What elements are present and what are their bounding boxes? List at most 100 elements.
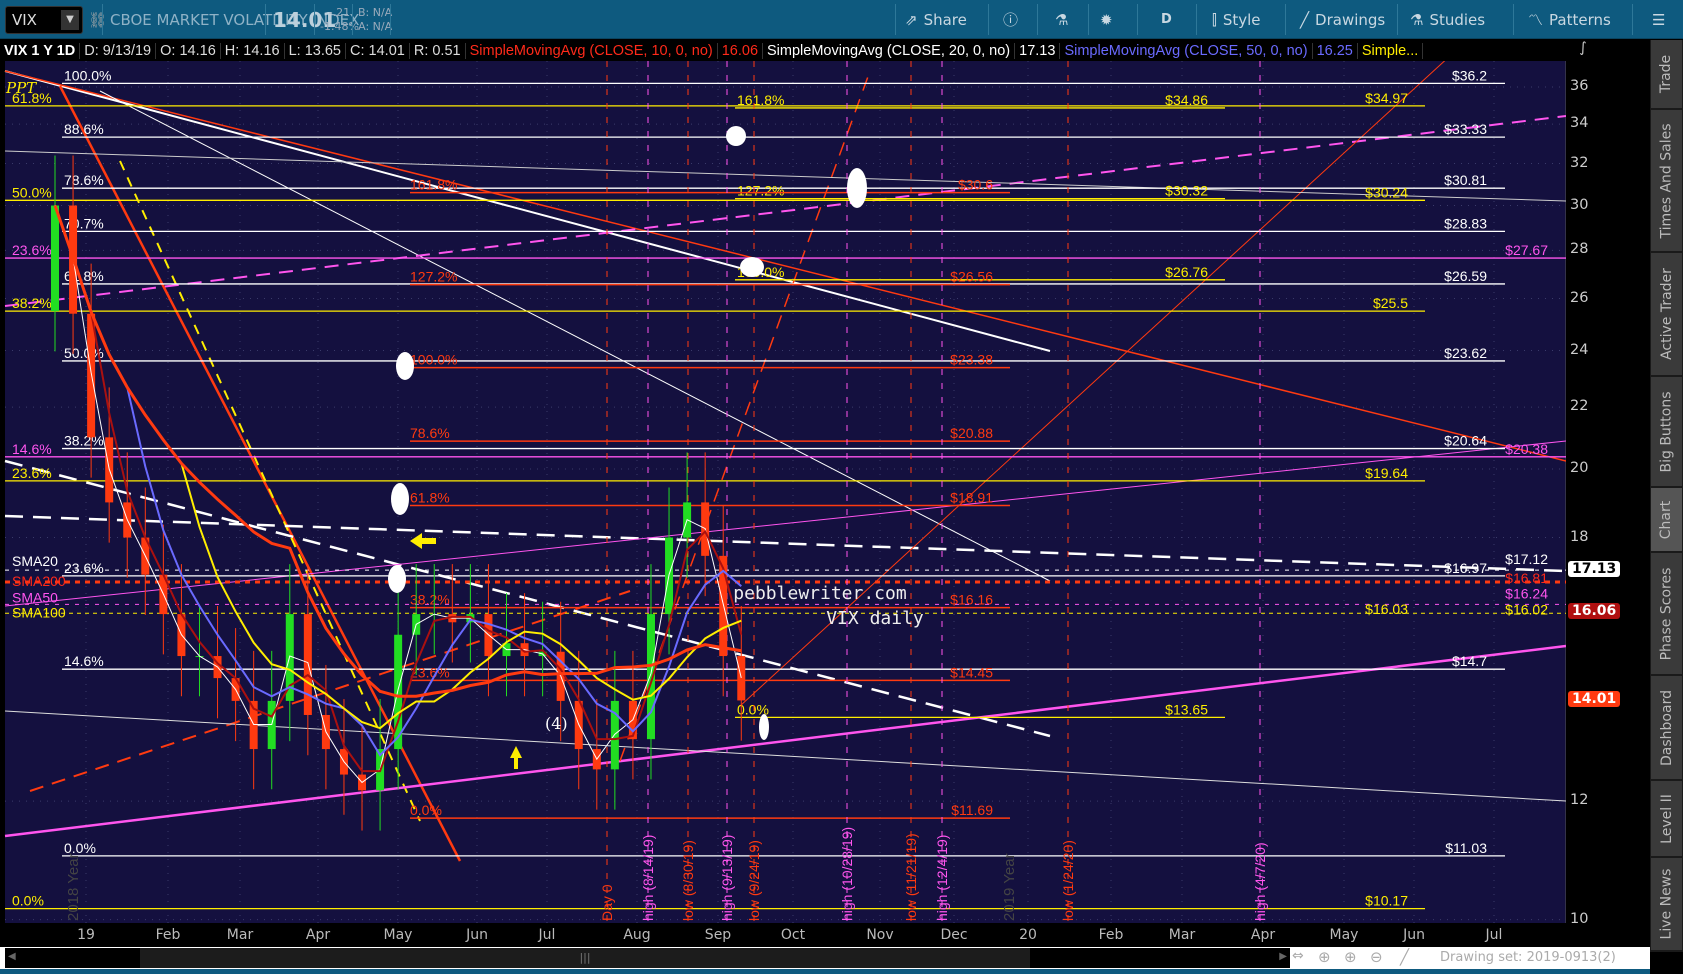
sidebar-tab-dashboard[interactable]: Dashboard [1651,676,1682,781]
x-axis-tick: Nov [866,927,894,943]
pivot-marker [759,714,769,740]
y-axis-tick: 36 [1570,78,1589,94]
chart-scrollbar-area: ||| ◀ ▶ ⇔ ⊕ ⊕ ⊖ ╱ Drawing set: 2019-0913… [0,947,1650,969]
sidebar-tab-chart[interactable]: Chart [1651,488,1682,553]
sma-name-label: SMA100 [12,604,66,620]
study-value: 17.13 [1015,42,1061,59]
study-settings-icon[interactable]: ∫ [1566,40,1600,61]
fib-level-percent: 23.6% [12,242,52,258]
share-button[interactable]: ⇗ Share [905,0,967,39]
candle-body [51,205,59,312]
time-axis: 19 Feb Mar Apr May Jun Jul Aug Sep Oct Nov Dec 20 Feb… [0,923,1566,947]
x-axis-tick: Aug [623,927,651,943]
sidebar-tab-level-ii[interactable]: Level II [1651,781,1682,858]
drawing-set-label[interactable]: Drawing set: 2019-0913(2) [1440,950,1616,965]
chart-title: VIX 1 Y 1D [0,42,81,59]
price-tag: 17.13 [1568,560,1621,577]
fib-level-price: $13.65 [1165,701,1208,717]
fib-level-percent: 161.8% [737,92,784,108]
study-label[interactable]: SimpleMovingAvg (CLOSE, 10, 0, no) [466,42,718,59]
crosshair-icon[interactable]: ⊕ [1318,948,1331,966]
studies-label: Studies [1429,10,1486,29]
fib-level-percent: 0.0% [12,893,44,909]
horizontal-scrollbar[interactable]: ||| ◀ ▶ [5,948,1290,968]
fib-level-price: $16.16 [950,592,993,608]
fib-level-price: $14.45 [950,664,993,680]
sidebar-tab-label: Trade [1658,54,1675,94]
link-icon[interactable]: ⛓ [88,0,107,39]
drawing-tool-icon[interactable]: ╱ [1400,948,1409,966]
sidebar-tab-big-buttons[interactable]: Big Buttons [1651,377,1682,488]
chevron-down-icon[interactable]: ▼ [61,10,79,30]
pivot-marker [391,483,409,515]
sidebar-tab-trade[interactable]: Trade [1651,40,1682,110]
x-axis-tick: Mar [226,927,254,943]
symbol-selector[interactable]: VIX ▼ [5,6,83,34]
bar-close: C: 14.01 [346,42,410,59]
fib-level-price: $36.2 [1452,67,1487,83]
expand-icon[interactable]: ⇔ [1292,948,1304,964]
fib-level-percent: 14.6% [12,441,52,457]
sidebar-tab-phase-scores[interactable]: Phase Scores [1651,553,1682,676]
aggregation-period-button[interactable]: D [1161,0,1172,39]
watermark-text: VIX daily [826,608,924,629]
candlestick-icon: ⫿ [1212,10,1217,29]
drawings-button[interactable]: ╱ Drawings [1300,0,1385,39]
price-chart[interactable]: 100.0% $36.288.6% $33.3378.6% $30.8170.7% $2… [0,61,1566,923]
info-icon[interactable]: ⓘ [1003,0,1018,39]
patterns-button[interactable]: 〽 Patterns [1528,0,1611,39]
event-label: high (10/28/19) [839,827,855,921]
gear-icon[interactable]: ✹ [1100,0,1113,39]
sidebar-tab-label: Times And Sales [1658,122,1675,239]
fib-level-price: $30.32 [1165,183,1208,199]
zoom-out-icon[interactable]: ⊖ [1370,948,1383,966]
study-label[interactable]: Simple... [1358,42,1424,59]
zoom-in-icon[interactable]: ⊕ [1344,948,1357,966]
flask-icon[interactable]: ⚗ [1055,0,1068,39]
year-label: 2019 Year [1001,853,1018,921]
ask: A: N/A [358,19,393,33]
menu-icon[interactable]: ☰ [1652,0,1665,39]
event-label: low (9/24/19) [746,840,762,921]
fib-level-percent: 161.8% [410,177,457,193]
fib-level-price: $20.64 [1444,433,1487,449]
study-label[interactable]: SimpleMovingAvg (CLOSE, 20, 0, no) [763,42,1016,59]
bar-low: L: 13.65 [285,42,347,59]
x-axis-tick: May [1329,927,1359,943]
study-value: 16.25 [1313,42,1358,59]
x-axis-tick: Mar [1168,927,1196,943]
sma-value-label: $16.02 [1505,601,1548,617]
fib-level-price: $23.38 [950,352,993,368]
fib-level-percent: 127.2% [410,269,457,285]
sma-value-label: $16.81 [1505,570,1548,586]
fib-level-price: $11.69 [951,802,993,818]
flask-icon: ⚗ [1410,10,1424,29]
y-axis-tick: 26 [1570,289,1589,306]
scrollbar-thumb[interactable]: ||| [140,948,1030,968]
sidebar-tab-times-and-sales[interactable]: Times And Sales [1651,110,1682,253]
studies-button[interactable]: ⚗ Studies [1410,0,1485,39]
event-label: low (1/24/20) [1060,840,1076,921]
right-sidebar: Trade Times And Sales Active Trader Big But… [1650,40,1683,952]
bar-range: R: 0.51 [410,42,466,59]
scroll-right-icon[interactable]: ▶ [1279,951,1287,962]
pencil-line-icon: ╱ [1300,10,1310,29]
fib-level-price: $18.91 [950,489,993,505]
price-tag: 14.01 [1568,691,1621,708]
sidebar-tab-live-news[interactable]: Live News [1651,858,1682,952]
event-label: high (12/4/19) [934,835,950,921]
fib-level-price: $30.6 [958,177,993,193]
x-axis-tick: 20 [1019,927,1037,943]
bar-open: O: 14.16 [156,42,221,59]
fib-level-price: $34.97 [1365,90,1408,106]
fib-level-percent: 38.2% [64,433,104,449]
study-label[interactable]: SimpleMovingAvg (CLOSE, 50, 0, no) [1060,42,1313,59]
bar-high: H: 14.16 [221,42,285,59]
scroll-left-icon[interactable]: ◀ [8,951,16,962]
y-axis-tick: 18 [1570,528,1589,545]
sidebar-tab-active-trader[interactable]: Active Trader [1651,253,1682,377]
chart-info-bar: VIX 1 Y 1D D: 9/13/19 O: 14.16 H: 14.16 … [0,40,1566,61]
x-axis-tick: Jul [538,927,556,943]
fib-level-price: $20.88 [950,425,993,441]
style-button[interactable]: ⫿ Style [1212,0,1261,39]
